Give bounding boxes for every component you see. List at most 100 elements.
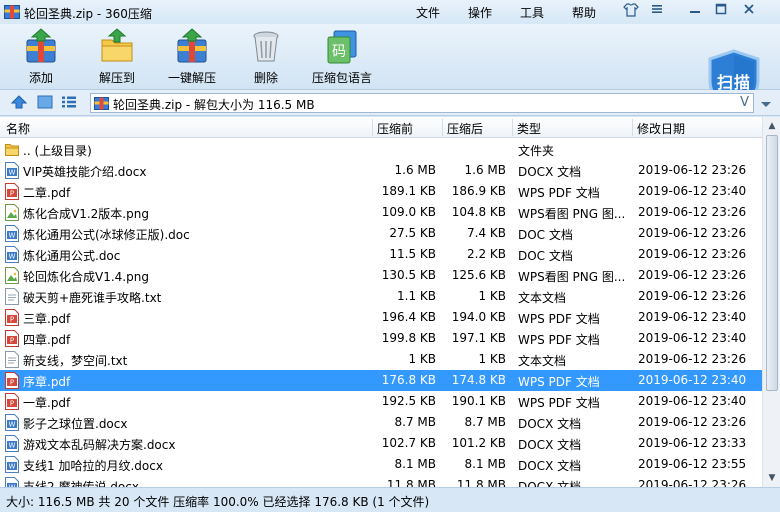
up-arrow-icon[interactable] bbox=[10, 95, 28, 112]
file-type: DOCX 文档 bbox=[518, 459, 582, 473]
file-compressed-size: 11.5 KB bbox=[389, 247, 436, 261]
file-type: WPS PDF 文档 bbox=[518, 396, 600, 410]
menu-help[interactable]: 帮助 bbox=[572, 4, 596, 21]
column-header: 名称 压缩前 压缩后 类型 修改日期 bbox=[0, 117, 762, 138]
parent-folder-row[interactable]: .. (上级目录) 文件夹 bbox=[0, 139, 762, 160]
archive-icon bbox=[94, 97, 109, 110]
status-text: 大小: 116.5 MB 共 20 个文件 压缩率 100.0% 已经选择 17… bbox=[6, 495, 430, 509]
extract-to-button[interactable]: 解压到 bbox=[94, 28, 140, 88]
svg-text:P: P bbox=[10, 316, 14, 324]
column-date[interactable]: 修改日期 bbox=[637, 120, 685, 137]
file-type: DOC 文档 bbox=[518, 228, 573, 242]
file-list: 名称 压缩前 压缩后 类型 修改日期 .. (上级目录) 文件夹 W VIP英雄技能介… bbox=[0, 117, 780, 487]
pdf-file-icon: P bbox=[5, 393, 19, 410]
file-row[interactable]: W 游戏文本乱码解决方案.docx 102.7 KB 101.2 KB DOCX 文档 2… bbox=[0, 433, 762, 454]
file-name: 一章.pdf bbox=[23, 396, 71, 410]
column-name[interactable]: 名称 bbox=[6, 120, 30, 137]
file-name: 影子之球位置.docx bbox=[23, 417, 128, 431]
vertical-scrollbar[interactable]: ▲ ▼ bbox=[762, 117, 780, 487]
menu-operate[interactable]: 操作 bbox=[468, 4, 492, 21]
png-file-icon bbox=[5, 204, 19, 221]
trash-icon bbox=[253, 31, 279, 62]
column-divider[interactable] bbox=[442, 119, 443, 136]
maximize-icon[interactable] bbox=[712, 3, 730, 20]
file-original-size: 7.4 KB bbox=[467, 226, 506, 240]
extract-to-label: 解压到 bbox=[98, 71, 135, 85]
file-original-size: 1 KB bbox=[478, 352, 506, 366]
language-icon: 码 bbox=[327, 30, 357, 64]
file-row[interactable]: P 序章.pdf 176.8 KB 174.8 KB WPS PDF 文档 2019-06… bbox=[0, 370, 762, 391]
scroll-thumb[interactable] bbox=[766, 135, 778, 391]
scroll-up-icon[interactable]: ▲ bbox=[765, 119, 779, 133]
extract-folder-icon bbox=[101, 28, 133, 62]
delete-button[interactable]: 删除 bbox=[244, 28, 288, 88]
file-type: WPS PDF 文档 bbox=[518, 312, 600, 326]
large-icon-view-icon[interactable] bbox=[37, 95, 53, 112]
file-row[interactable]: 新支线，梦空间.txt 1 KB 1 KB 文本文档 2019-06-12 23:26 bbox=[0, 349, 762, 370]
column-divider[interactable] bbox=[512, 119, 513, 136]
column-divider[interactable] bbox=[632, 119, 633, 136]
file-row[interactable]: 轮回炼化合成V1.4.png 130.5 KB 125.6 KB WPS看图 PNG … bbox=[0, 265, 762, 286]
add-button[interactable]: 添加 bbox=[18, 28, 64, 88]
file-row[interactable]: W 支线2 魔神传说.docx 11.8 MB 11.8 MB DOCX 文档 2019-… bbox=[0, 475, 762, 487]
doc-file-icon: W bbox=[5, 246, 19, 263]
file-date: 2019-06-12 23:40 bbox=[638, 331, 747, 345]
file-type: WPS PDF 文档 bbox=[518, 333, 600, 347]
file-date: 2019-06-12 23:40 bbox=[638, 373, 747, 387]
file-row[interactable]: P 三章.pdf 196.4 KB 194.0 KB WPS PDF 文档 2019-06… bbox=[0, 307, 762, 328]
path-field[interactable]: 轮回圣典.zip - 解包大小为 116.5 MB V bbox=[90, 93, 754, 113]
file-row[interactable]: W 支线1 加哈拉的月纹.docx 8.1 MB 8.1 MB DOCX 文档 2019-… bbox=[0, 454, 762, 475]
file-date: 2019-06-12 23:26 bbox=[638, 247, 747, 261]
column-compressed[interactable]: 压缩前 bbox=[377, 120, 413, 137]
file-name: 支线1 加哈拉的月纹.docx bbox=[23, 459, 163, 473]
scroll-down-icon[interactable]: ▼ bbox=[765, 471, 779, 485]
menu-file[interactable]: 文件 bbox=[416, 4, 440, 21]
file-name: 游戏文本乱码解决方案.docx bbox=[23, 438, 176, 452]
file-row[interactable]: W VIP英雄技能介绍.docx 1.6 MB 1.6 MB DOCX 文档 2019-0… bbox=[0, 160, 762, 181]
file-type: DOCX 文档 bbox=[518, 165, 582, 179]
list-view-icon[interactable] bbox=[61, 95, 77, 112]
menu-tools[interactable]: 工具 bbox=[520, 4, 544, 21]
file-row[interactable]: W 炼化通用公式.doc 11.5 KB 2.2 KB DOC 文档 2019-06-12… bbox=[0, 244, 762, 265]
file-row[interactable]: P 四章.pdf 199.8 KB 197.1 KB WPS PDF 文档 2019-06… bbox=[0, 328, 762, 349]
column-divider[interactable] bbox=[372, 119, 373, 136]
file-row[interactable]: 破天剪+鹿死谁手攻略.txt 1.1 KB 1 KB 文本文档 2019-06-12 2… bbox=[0, 286, 762, 307]
file-row[interactable]: P 一章.pdf 192.5 KB 190.1 KB WPS PDF 文档 2019-06… bbox=[0, 391, 762, 412]
app-icon bbox=[4, 5, 20, 19]
file-date: 2019-06-12 23:40 bbox=[638, 310, 747, 324]
file-row[interactable]: W 炼化通用公式(冰球修正版).doc 27.5 KB 7.4 KB DOC 文档 201… bbox=[0, 223, 762, 244]
menu-icon[interactable] bbox=[648, 3, 666, 20]
svg-text:W: W bbox=[9, 442, 16, 450]
file-original-size: 186.9 KB bbox=[451, 184, 506, 198]
file-row[interactable]: P 二章.pdf 189.1 KB 186.9 KB WPS PDF 文档 2019-06… bbox=[0, 181, 762, 202]
svg-text:P: P bbox=[10, 379, 14, 387]
file-row[interactable]: 炼化合成V1.2版本.png 109.0 KB 104.8 KB WPS看图 PNG … bbox=[0, 202, 762, 223]
file-date: 2019-06-12 23:26 bbox=[638, 226, 747, 240]
file-type: 文本文档 bbox=[518, 291, 567, 305]
column-type[interactable]: 类型 bbox=[517, 120, 541, 137]
file-original-size: 1 KB bbox=[478, 289, 506, 303]
file-date: 2019-06-12 23:26 bbox=[638, 205, 747, 219]
one-click-extract-button[interactable]: 一键解压 bbox=[166, 28, 218, 88]
status-bar: 大小: 116.5 MB 共 20 个文件 压缩率 100.0% 已经选择 17… bbox=[0, 487, 780, 512]
one-click-extract-icon bbox=[177, 28, 207, 63]
skin-icon[interactable] bbox=[622, 3, 640, 20]
add-icon bbox=[26, 28, 56, 63]
column-original[interactable]: 压缩后 bbox=[447, 120, 483, 137]
path-text: 轮回圣典.zip - 解包大小为 116.5 MB bbox=[113, 98, 315, 112]
close-icon[interactable] bbox=[740, 3, 758, 20]
path-history-icon[interactable]: V bbox=[740, 95, 749, 110]
file-date: 2019-06-12 23:55 bbox=[638, 457, 747, 471]
minimize-icon[interactable] bbox=[686, 3, 704, 20]
file-row[interactable]: W 影子之球位置.docx 8.7 MB 8.7 MB DOCX 文档 2019-06-1… bbox=[0, 412, 762, 433]
file-date: 2019-06-12 23:26 bbox=[638, 163, 747, 177]
file-original-size: 11.8 MB bbox=[456, 478, 506, 487]
txt-file-icon bbox=[5, 351, 19, 368]
file-type: DOCX 文档 bbox=[518, 417, 582, 431]
file-date: 2019-06-12 23:26 bbox=[638, 415, 747, 429]
pdf-file-icon: P bbox=[5, 330, 19, 347]
archive-language-button[interactable]: 码 压缩包语言 bbox=[306, 28, 378, 88]
file-original-size: 1.6 MB bbox=[464, 163, 506, 177]
chevron-down-icon[interactable] bbox=[760, 98, 772, 112]
file-original-size: 2.2 KB bbox=[467, 247, 506, 261]
